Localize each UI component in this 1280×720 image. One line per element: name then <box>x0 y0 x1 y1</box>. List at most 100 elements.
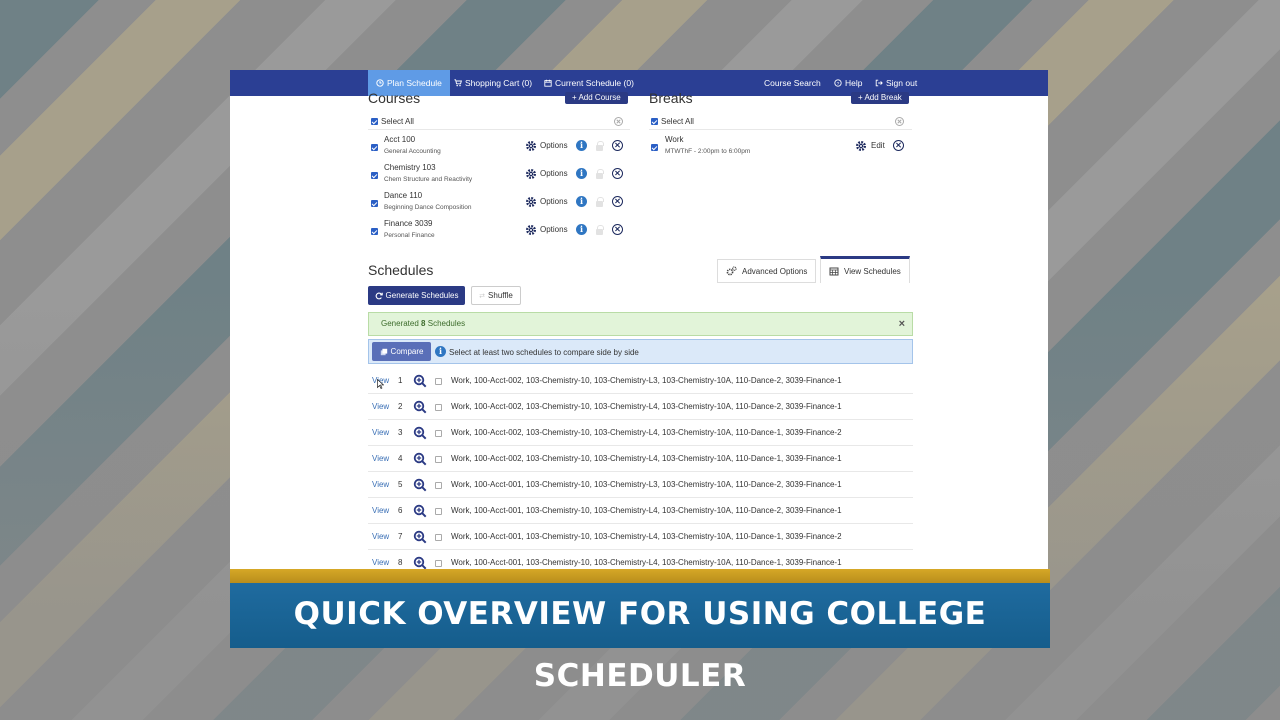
schedule-number: 7 <box>398 532 403 541</box>
calendar-icon <box>544 79 552 87</box>
compare-checkbox[interactable] <box>435 430 442 437</box>
schedule-desc: Work, 100-Acct-001, 103-Chemistry-10, 10… <box>451 506 842 515</box>
compare-button[interactable]: Compare <box>372 342 431 361</box>
break-name: Work <box>665 135 684 144</box>
view-schedule-link[interactable]: View <box>372 454 389 463</box>
course-checkbox[interactable] <box>371 200 378 207</box>
nav-search-label: Course Search <box>764 77 821 88</box>
info-icon[interactable]: i <box>576 140 587 151</box>
courses-select-all-checkbox[interactable] <box>371 118 378 125</box>
shuffle-button[interactable]: ⇄ Shuffle <box>471 286 521 305</box>
schedule-number: 8 <box>398 558 403 567</box>
break-edit-label[interactable]: Edit <box>871 141 885 150</box>
compare-checkbox[interactable] <box>435 456 442 463</box>
compare-checkbox[interactable] <box>435 378 442 385</box>
breaks-select-all-checkbox[interactable] <box>651 118 658 125</box>
gear-icon[interactable] <box>525 168 537 180</box>
zoom-in-icon[interactable] <box>413 452 427 466</box>
break-checkbox[interactable] <box>651 144 658 151</box>
mouse-cursor-icon <box>377 379 384 389</box>
compare-label: Compare <box>390 347 424 356</box>
top-navbar: Plan Schedule Shopping Cart (0) Current … <box>230 70 1048 96</box>
course-checkbox[interactable] <box>371 172 378 179</box>
gear-icon[interactable] <box>525 196 537 208</box>
nav-shopping-cart[interactable]: Shopping Cart (0) <box>454 70 532 96</box>
add-course-button[interactable]: + Add Course <box>565 92 628 104</box>
remove-course-icon[interactable] <box>612 168 623 179</box>
gear-icon[interactable] <box>525 140 537 152</box>
view-schedule-link[interactable]: View <box>372 532 389 541</box>
generated-prefix: Generated <box>381 319 419 328</box>
breaks-clear-icon[interactable] <box>895 117 904 126</box>
course-name: Chemistry 103 <box>384 163 436 172</box>
tab-view-schedules[interactable]: View Schedules <box>820 256 910 283</box>
lock-icon[interactable] <box>596 197 604 207</box>
zoom-in-icon[interactable] <box>413 530 427 544</box>
divider <box>368 129 630 130</box>
course-desc: Beginning Dance Composition <box>384 204 472 211</box>
info-icon[interactable]: i <box>576 224 587 235</box>
view-schedule-link[interactable]: View <box>372 402 389 411</box>
zoom-in-icon[interactable] <box>413 400 427 414</box>
zoom-in-icon[interactable] <box>413 504 427 518</box>
course-options-label[interactable]: Options <box>540 225 568 234</box>
course-options-label[interactable]: Options <box>540 169 568 178</box>
schedule-row: View 6 Work, 100-Acct-001, 103-Chemistry… <box>368 498 913 524</box>
zoom-in-icon[interactable] <box>413 426 427 440</box>
tab-advanced-options[interactable]: Advanced Options <box>717 259 817 283</box>
gear-icon[interactable] <box>525 224 537 236</box>
compare-checkbox[interactable] <box>435 404 442 411</box>
compare-checkbox[interactable] <box>435 482 442 489</box>
schedule-number: 1 <box>398 376 403 385</box>
zoom-in-icon[interactable] <box>413 556 427 570</box>
lock-icon[interactable] <box>596 169 604 179</box>
clock-icon <box>376 79 384 87</box>
schedule-row: View 3 Work, 100-Acct-002, 103-Chemistry… <box>368 420 913 446</box>
add-break-button[interactable]: + Add Break <box>851 92 909 104</box>
caption-accent-bar <box>230 569 1050 583</box>
close-alert-icon[interactable]: × <box>899 313 905 335</box>
sign-out-icon <box>875 79 883 87</box>
schedule-number: 3 <box>398 428 403 437</box>
courses-select-all-label: Select All <box>381 117 414 126</box>
divider <box>649 129 912 130</box>
compare-checkbox[interactable] <box>435 560 442 567</box>
course-checkbox[interactable] <box>371 144 378 151</box>
course-options-label[interactable]: Options <box>540 141 568 150</box>
view-schedule-link[interactable]: View <box>372 506 389 515</box>
compare-checkbox[interactable] <box>435 508 442 515</box>
remove-course-icon[interactable] <box>612 140 623 151</box>
break-desc: MTWThF - 2:00pm to 6:00pm <box>665 148 751 155</box>
remove-course-icon[interactable] <box>612 224 623 235</box>
course-options-label[interactable]: Options <box>540 197 568 206</box>
schedule-desc: Work, 100-Acct-002, 103-Chemistry-10, 10… <box>451 402 842 411</box>
generated-alert: Generated 8 Schedules × <box>368 312 913 336</box>
schedule-number: 4 <box>398 454 403 463</box>
generate-schedules-button[interactable]: Generate Schedules <box>368 286 465 305</box>
zoom-in-icon[interactable] <box>413 478 427 492</box>
compare-checkbox[interactable] <box>435 534 442 541</box>
courses-title: Courses <box>368 90 421 106</box>
info-icon[interactable]: i <box>576 196 587 207</box>
remove-course-icon[interactable] <box>612 196 623 207</box>
view-schedule-link[interactable]: View <box>372 558 389 567</box>
lock-icon[interactable] <box>596 141 604 151</box>
courses-clear-icon[interactable] <box>614 117 623 126</box>
info-icon[interactable]: i <box>576 168 587 179</box>
schedule-row: View 5 Work, 100-Acct-001, 103-Chemistry… <box>368 472 913 498</box>
gear-icon[interactable] <box>855 140 867 152</box>
schedule-desc: Work, 100-Acct-001, 103-Chemistry-10, 10… <box>451 558 842 567</box>
course-desc: Chem Structure and Reactivity <box>384 176 473 183</box>
view-schedule-link[interactable]: View <box>372 428 389 437</box>
schedule-desc: Work, 100-Acct-001, 103-Chemistry-10, 10… <box>451 480 842 489</box>
remove-break-icon[interactable] <box>893 140 904 151</box>
view-schedule-link[interactable]: View <box>372 480 389 489</box>
nav-course-search[interactable]: Course Search <box>764 70 821 96</box>
cart-icon <box>454 79 462 87</box>
lock-icon[interactable] <box>596 225 604 235</box>
course-checkbox[interactable] <box>371 228 378 235</box>
shuffle-icon: ⇄ <box>479 292 486 300</box>
schedule-row: View 4 Work, 100-Acct-002, 103-Chemistry… <box>368 446 913 472</box>
zoom-in-icon[interactable] <box>413 374 427 388</box>
schedule-number: 2 <box>398 402 403 411</box>
